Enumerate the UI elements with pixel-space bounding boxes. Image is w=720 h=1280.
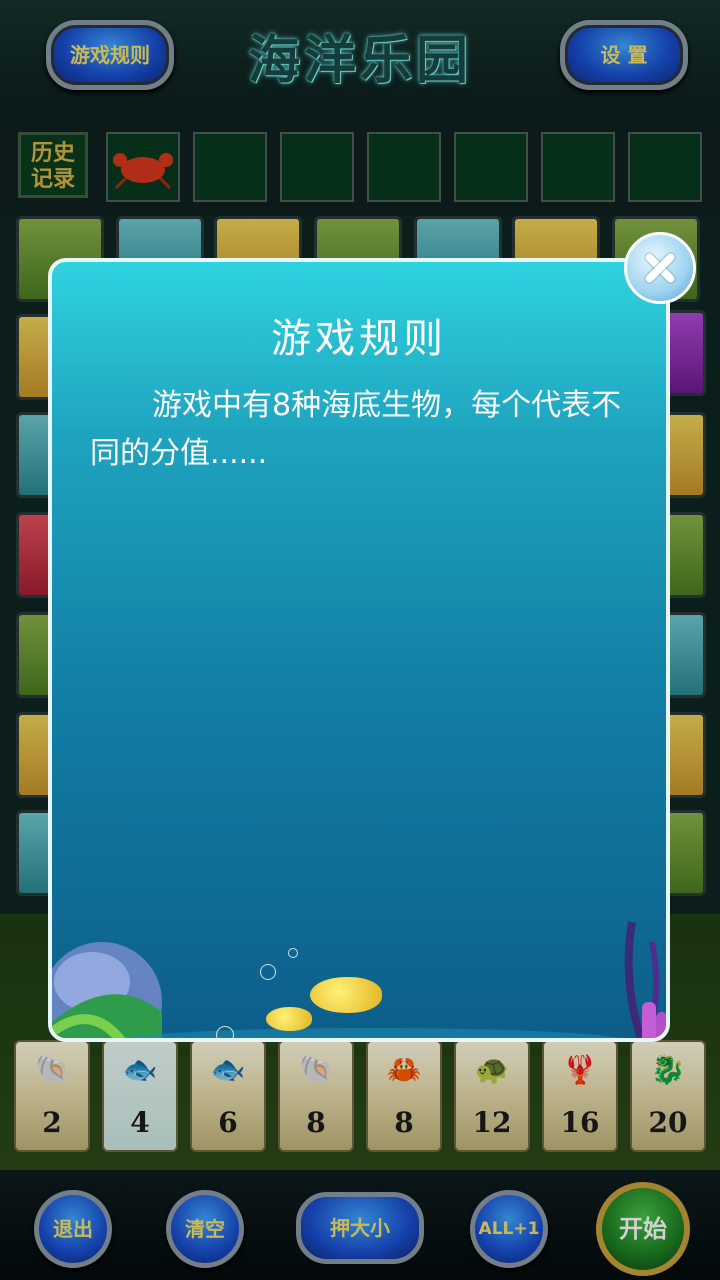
dialog-title: 游戏规则	[271, 316, 447, 362]
rules-dialog: 游戏规则 游戏中有8种海底生物，每个代表不同的分值......	[48, 258, 670, 1042]
bubble-decoration	[260, 964, 276, 980]
fish-decoration	[266, 1007, 312, 1031]
bubble-decoration	[288, 948, 298, 958]
close-icon[interactable]	[624, 232, 696, 304]
dialog-body: 游戏中有8种海底生物，每个代表不同的分值......	[90, 388, 622, 471]
fish-decoration	[310, 977, 382, 1013]
bubble-decoration	[216, 1026, 234, 1038]
seabed-decoration	[52, 921, 666, 1038]
